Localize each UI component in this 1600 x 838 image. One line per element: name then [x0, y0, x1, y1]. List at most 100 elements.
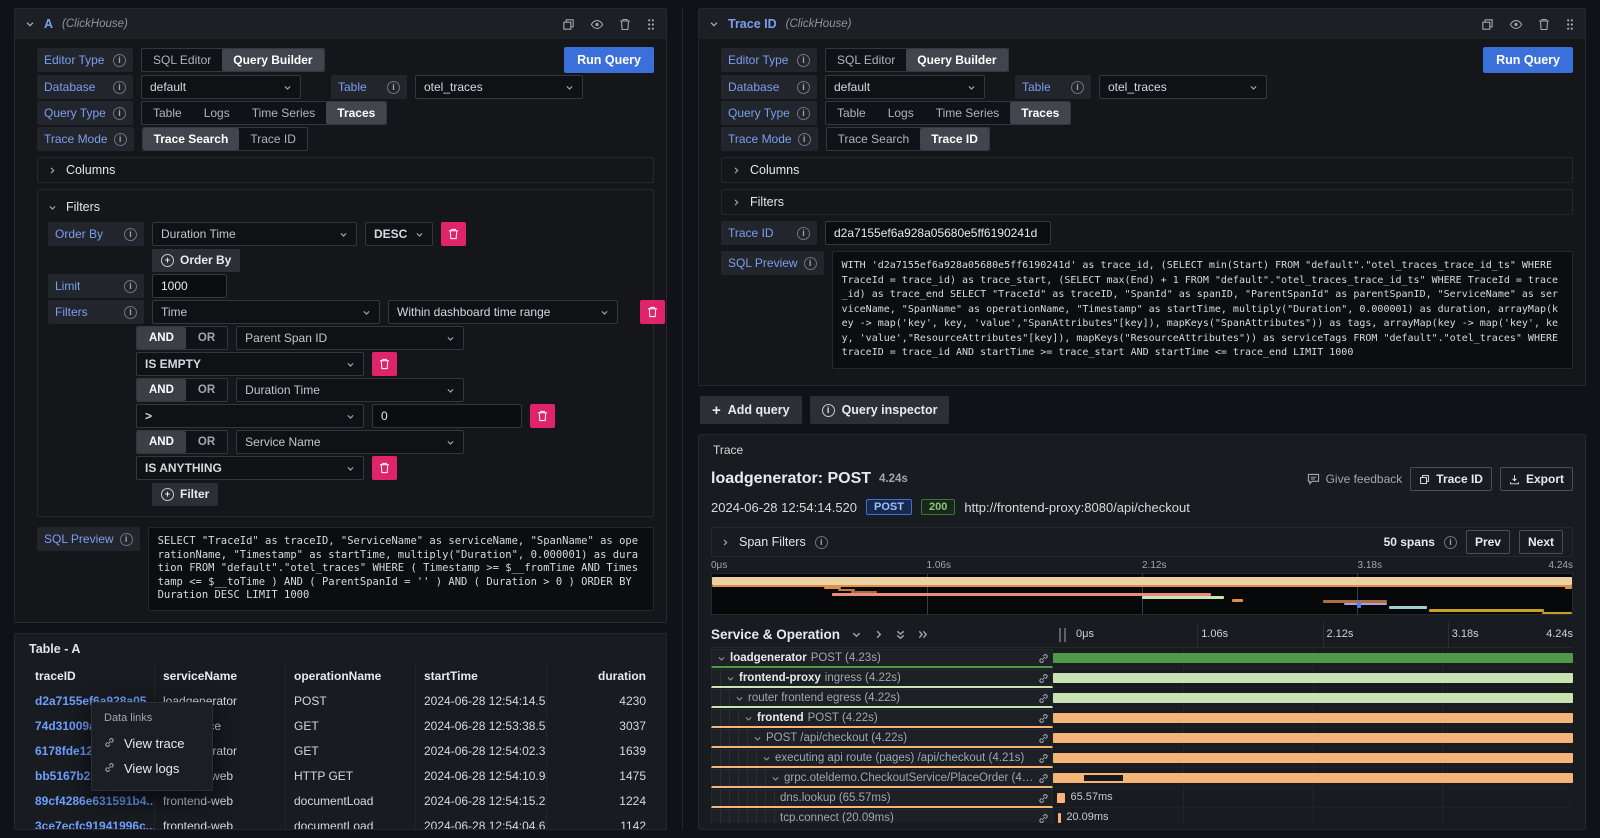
- info-icon[interactable]: i: [113, 107, 126, 120]
- span-duration-bar[interactable]: [1053, 753, 1573, 763]
- option-trace-id[interactable]: Trace ID: [920, 128, 989, 150]
- collapse-chevron-icon[interactable]: [709, 19, 719, 29]
- add-query-button[interactable]: +Add query: [37, 623, 139, 624]
- info-icon[interactable]: i: [797, 54, 810, 67]
- span-name-cell[interactable]: loadgeneratorPOST (4.23s): [711, 649, 1053, 668]
- info-icon[interactable]: i: [124, 306, 137, 319]
- add-order-by-button[interactable]: +Order By: [152, 249, 240, 272]
- chevron-down-icon[interactable]: [735, 694, 744, 703]
- span-row[interactable]: dns.lookup (65.57ms)65.57ms: [711, 789, 1573, 808]
- remove-filter-button[interactable]: [640, 300, 665, 324]
- span-link-icon[interactable]: [1038, 713, 1049, 724]
- duplicate-query-icon[interactable]: [562, 18, 575, 31]
- span-timeline-lane[interactable]: [1053, 729, 1573, 748]
- remove-condition-button[interactable]: [372, 456, 397, 480]
- delete-query-icon[interactable]: [619, 18, 631, 31]
- info-icon[interactable]: i: [387, 81, 400, 94]
- option-trace-id[interactable]: Trace ID: [239, 128, 307, 150]
- filter-time-range-select[interactable]: Within dashboard time range: [388, 300, 618, 324]
- span-row[interactable]: executing api route (pages) /api/checkou…: [711, 749, 1573, 768]
- give-feedback-link[interactable]: Give feedback: [1307, 472, 1403, 486]
- span-row[interactable]: loadgeneratorPOST (4.23s): [711, 649, 1573, 668]
- data-link-view-logs[interactable]: View logs: [104, 756, 200, 781]
- info-icon[interactable]: i: [797, 227, 810, 240]
- span-timeline-lane[interactable]: 65.57ms: [1053, 789, 1573, 808]
- query-inspector-button[interactable]: iQuery inspector: [147, 623, 287, 624]
- span-duration-bar[interactable]: [1053, 733, 1573, 743]
- chevron-down-icon[interactable]: [771, 774, 780, 783]
- option-and[interactable]: AND: [137, 327, 186, 349]
- trace-link[interactable]: 89cf4286e631591b4...: [27, 789, 155, 814]
- column-header-starttime[interactable]: startTime: [416, 664, 547, 689]
- info-icon[interactable]: i: [1444, 536, 1457, 549]
- chevron-down-icon[interactable]: [744, 714, 753, 723]
- option-and[interactable]: AND: [137, 431, 186, 453]
- span-duration-bar[interactable]: [1053, 693, 1573, 703]
- hide-response-eye-icon[interactable]: [1509, 18, 1523, 31]
- option-or[interactable]: OR: [186, 379, 227, 401]
- add-filter-button[interactable]: +Filter: [152, 483, 218, 506]
- expand-all-icon[interactable]: [917, 629, 929, 640]
- option-table[interactable]: Table: [142, 102, 193, 124]
- columns-section[interactable]: Columns: [37, 157, 654, 183]
- span-timeline-lane[interactable]: [1053, 649, 1573, 668]
- condition-field-select[interactable]: Duration Time: [236, 378, 464, 402]
- remove-condition-button[interactable]: [372, 352, 397, 376]
- option-logs[interactable]: Logs: [193, 102, 241, 124]
- collapse-one-icon[interactable]: [851, 629, 862, 640]
- option-trace-search[interactable]: Trace Search: [827, 128, 921, 150]
- option-query-builder[interactable]: Query Builder: [906, 49, 1007, 71]
- option-query-builder[interactable]: Query Builder: [222, 49, 323, 71]
- span-name-cell[interactable]: grpc.oteldemo.CheckoutService/PlaceOrder…: [711, 769, 1053, 788]
- span-link-icon[interactable]: [1038, 653, 1049, 664]
- info-icon[interactable]: i: [124, 228, 137, 241]
- span-duration-bar[interactable]: [1058, 813, 1061, 823]
- span-link-icon[interactable]: [1038, 753, 1049, 764]
- trace-minimap[interactable]: [711, 573, 1573, 615]
- prev-span-button[interactable]: Prev: [1466, 530, 1510, 554]
- span-row[interactable]: frontendPOST (4.22s): [711, 709, 1573, 728]
- span-duration-bar[interactable]: [1053, 713, 1573, 723]
- option-table[interactable]: Table: [826, 102, 877, 124]
- span-row[interactable]: tcp.connect (20.09ms)20.09ms: [711, 809, 1573, 823]
- remove-order-by-button[interactable]: [441, 222, 466, 246]
- drag-handle-icon[interactable]: [1565, 18, 1575, 31]
- option-time-series[interactable]: Time Series: [241, 102, 327, 124]
- info-icon[interactable]: i: [797, 81, 810, 94]
- span-row[interactable]: grpc.oteldemo.CheckoutService/PlaceOrder…: [711, 769, 1573, 788]
- chevron-down-icon[interactable]: [717, 654, 726, 663]
- span-duration-bar[interactable]: [1053, 653, 1573, 663]
- option-or[interactable]: OR: [186, 431, 227, 453]
- span-name-cell[interactable]: POST /api/checkout (4.22s): [711, 729, 1053, 748]
- info-icon[interactable]: i: [120, 533, 133, 546]
- collapse-all-icon[interactable]: [895, 629, 906, 641]
- condition-operator-select[interactable]: IS EMPTY: [136, 352, 364, 376]
- info-icon[interactable]: i: [797, 107, 810, 120]
- option-sql-editor[interactable]: SQL Editor: [142, 49, 222, 71]
- column-header-duration[interactable]: duration: [547, 664, 654, 689]
- column-header-servicename[interactable]: serviceName: [155, 664, 286, 689]
- chevron-down-icon[interactable]: [726, 674, 735, 683]
- span-link-icon[interactable]: [1038, 693, 1049, 704]
- span-name-cell[interactable]: executing api route (pages) /api/checkou…: [711, 749, 1053, 768]
- data-link-view-trace[interactable]: View trace: [104, 731, 200, 756]
- span-filters-title[interactable]: Span Filters: [739, 535, 806, 549]
- add-query-button[interactable]: +Add query: [700, 396, 802, 424]
- info-icon[interactable]: i: [804, 257, 817, 270]
- order-by-direction-select[interactable]: DESC: [365, 222, 433, 246]
- info-icon[interactable]: i: [815, 536, 828, 549]
- info-icon[interactable]: i: [114, 133, 127, 146]
- option-or[interactable]: OR: [186, 327, 227, 349]
- run-query-button[interactable]: Run Query: [564, 47, 654, 73]
- table-select[interactable]: otel_traces: [1099, 75, 1267, 99]
- column-header-operationname[interactable]: operationName: [286, 664, 416, 689]
- span-name-cell[interactable]: dns.lookup (65.57ms): [711, 789, 1053, 808]
- option-traces[interactable]: Traces: [1010, 102, 1070, 124]
- option-time-series[interactable]: Time Series: [925, 102, 1011, 124]
- delete-query-icon[interactable]: [1538, 18, 1550, 31]
- condition-operator-select[interactable]: >: [136, 404, 364, 428]
- hide-response-eye-icon[interactable]: [590, 18, 604, 31]
- condition-field-select[interactable]: Service Name: [236, 430, 464, 454]
- span-row[interactable]: POST /api/checkout (4.22s): [711, 729, 1573, 748]
- span-duration-bar[interactable]: [1053, 673, 1573, 683]
